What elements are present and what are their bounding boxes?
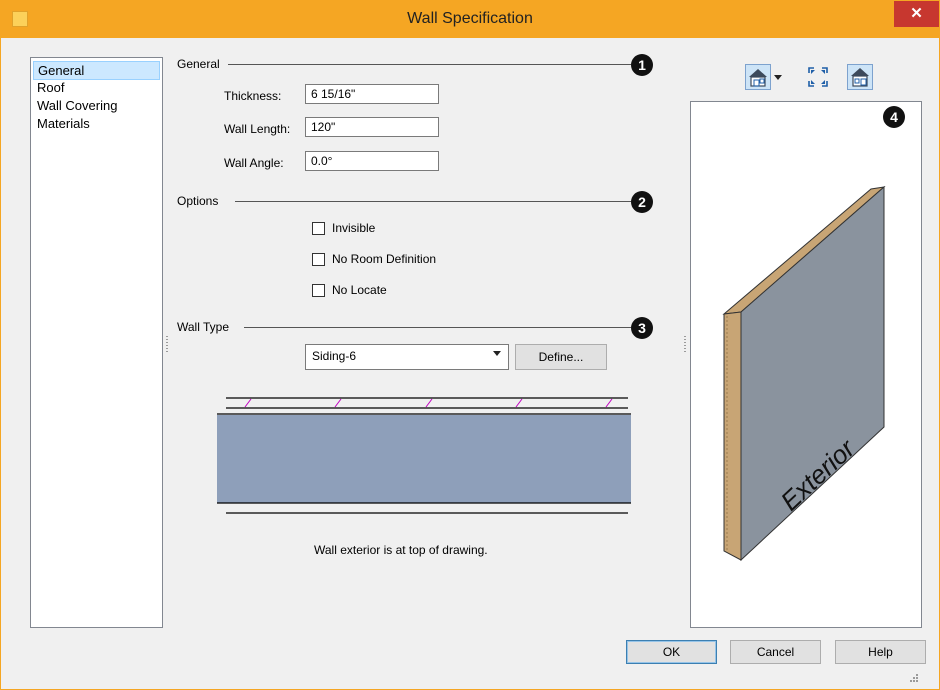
wall-3d-preview[interactable]: Exterior 4: [690, 101, 922, 628]
thickness-field[interactable]: 6 15/16": [305, 84, 439, 104]
house-view-icon: [749, 69, 767, 87]
no-room-definition-checkbox[interactable]: [312, 253, 325, 266]
house-view-button[interactable]: [745, 64, 771, 90]
nav-item-materials[interactable]: Materials: [33, 115, 158, 132]
nav-item-roof[interactable]: Roof: [33, 79, 158, 96]
options-group-title: Options: [177, 194, 219, 208]
wall-length-label: Wall Length:: [224, 122, 291, 136]
wall-type-caption: Wall exterior is at top of drawing.: [314, 543, 488, 557]
cancel-button[interactable]: Cancel: [730, 640, 821, 664]
callout-badge-2: 2: [631, 191, 653, 213]
general-group-title: General: [177, 57, 220, 71]
options-group-divider: [235, 201, 631, 202]
ok-button[interactable]: OK: [626, 640, 717, 664]
window-title: Wall Specification: [407, 10, 533, 27]
callout-badge-3: 3: [631, 317, 653, 339]
no-locate-label: No Locate: [332, 283, 387, 297]
close-icon: ✕: [910, 5, 923, 22]
general-group-divider: [228, 64, 631, 65]
invisible-label: Invisible: [332, 221, 376, 235]
wall-type-group-divider: [244, 327, 631, 328]
thickness-label: Thickness:: [224, 89, 282, 103]
wall-section-drawing: [217, 397, 631, 514]
wall-length-field[interactable]: 120": [305, 117, 439, 137]
wall-type-group-title: Wall Type: [177, 320, 230, 334]
resize-grip-icon[interactable]: [909, 673, 919, 683]
callout-badge-1: 1: [631, 54, 653, 76]
nav-item-wall-covering[interactable]: Wall Covering: [33, 97, 158, 114]
dialog-window: Wall Specification ✕ General Roof Wall C…: [0, 0, 940, 690]
invisible-checkbox[interactable]: [312, 222, 325, 235]
wall-angle-field[interactable]: 0.0°: [305, 151, 439, 171]
house-check-button[interactable]: [847, 64, 873, 90]
dialog-body: General Roof Wall Covering Materials Gen…: [9, 39, 931, 681]
left-splitter-grip[interactable]: [166, 336, 168, 352]
wall-angle-label: Wall Angle:: [224, 156, 284, 170]
wall-core-layer: [217, 415, 631, 503]
house-check-icon: [851, 68, 869, 87]
no-locate-checkbox[interactable]: [312, 284, 325, 297]
define-button[interactable]: Define...: [515, 344, 607, 370]
siding-hatch-marks: [244, 398, 613, 408]
wall-3d-rendering: Exterior: [722, 185, 886, 562]
title-bar[interactable]: Wall Specification ✕: [1, 1, 939, 38]
right-splitter-grip[interactable]: [684, 336, 686, 352]
fill-window-icon[interactable]: [806, 65, 830, 89]
dropdown-arrow-icon[interactable]: [773, 72, 783, 82]
wall-type-dropdown[interactable]: Siding-6: [305, 344, 509, 370]
help-button[interactable]: Help: [835, 640, 926, 664]
callout-badge-4: 4: [883, 106, 905, 128]
close-button[interactable]: ✕: [894, 1, 939, 27]
no-room-definition-label: No Room Definition: [332, 252, 437, 266]
dropdown-arrow-icon: [493, 351, 501, 356]
category-list[interactable]: General Roof Wall Covering Materials: [30, 57, 163, 628]
wall-type-selected-value: Siding-6: [312, 349, 357, 363]
nav-item-general[interactable]: General: [33, 61, 160, 80]
